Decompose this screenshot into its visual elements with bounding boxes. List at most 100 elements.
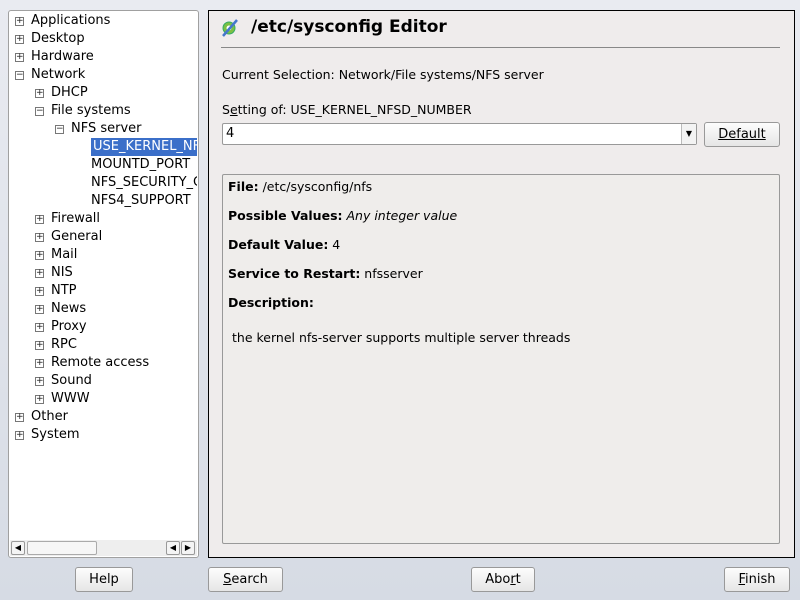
finish-button[interactable]: Finish — [724, 567, 790, 592]
label-part: S — [222, 102, 230, 117]
tree-item-label: System — [31, 427, 80, 442]
abort-button[interactable]: Abort — [471, 567, 535, 592]
scroll-right-icon[interactable]: ▶ — [181, 541, 195, 555]
label-mnemonic: e — [229, 102, 238, 117]
label: inish — [745, 572, 776, 587]
possible-values-value: Any integer value — [342, 208, 458, 223]
tree-item[interactable]: + Mail — [35, 246, 77, 264]
expand-plus-icon[interactable]: + — [35, 377, 44, 386]
label: earch — [231, 572, 268, 587]
tree-item-label: Desktop — [31, 31, 85, 46]
tree-item-label: Firewall — [51, 211, 101, 226]
service-label: Service to Restart: — [228, 266, 361, 281]
scroll-left-icon[interactable]: ◀ — [11, 541, 25, 555]
default-button[interactable]: Default — [704, 122, 780, 147]
scrollbar-thumb[interactable] — [27, 541, 97, 555]
divider — [221, 47, 780, 48]
label: Abo — [485, 572, 511, 587]
tree-item[interactable]: + RPC — [35, 336, 77, 354]
tree-item[interactable]: + Applications — [15, 12, 110, 30]
chevron-down-icon[interactable]: ▼ — [681, 124, 696, 144]
tree-item-label: NIS — [51, 265, 73, 280]
tree-item[interactable]: + DHCP — [35, 84, 88, 102]
expand-plus-icon[interactable]: + — [35, 305, 44, 314]
tree-item[interactable]: − NFS server — [55, 120, 142, 138]
file-label: File: — [228, 179, 259, 194]
tree-item-label: Applications — [31, 13, 111, 28]
tree-item-label: Network — [31, 67, 86, 82]
tree-item[interactable]: + General — [35, 228, 102, 246]
tree-item[interactable]: + Desktop — [15, 30, 85, 48]
tree-item[interactable]: + News — [35, 300, 86, 318]
expand-plus-icon[interactable]: + — [15, 17, 24, 26]
tree-item-label: NFS_SECURITY_GSS — [91, 175, 197, 190]
tree-item-label: NFS server — [71, 121, 142, 136]
expand-plus-icon[interactable]: + — [15, 413, 24, 422]
horizontal-scrollbar[interactable]: ◀ ◀ ▶ — [10, 540, 197, 556]
tree-item[interactable]: USE_KERNEL_NFSD_NUMBER — [91, 138, 197, 156]
expand-plus-icon[interactable]: + — [35, 287, 44, 296]
expand-plus-icon[interactable]: + — [35, 233, 44, 242]
editor-panel: /etc/sysconfig Editor Current Selection:… — [208, 10, 795, 558]
setting-value-combobox[interactable]: 4 ▼ — [222, 123, 697, 145]
help-button[interactable]: Help — [75, 567, 133, 592]
tree-item-label: WWW — [51, 391, 90, 406]
description-text: the kernel nfs-server supports multiple … — [232, 330, 571, 345]
tree-item[interactable]: − File systems — [35, 102, 131, 120]
expand-plus-icon[interactable]: + — [35, 251, 44, 260]
scroll-left-button-2[interactable]: ◀ — [166, 541, 180, 555]
search-button[interactable]: Search — [208, 567, 283, 592]
tree-item-label: Mail — [51, 247, 78, 262]
tree-item[interactable]: + Remote access — [35, 354, 149, 372]
tree-item[interactable]: + System — [15, 426, 79, 444]
tree-item[interactable]: + NIS — [35, 264, 73, 282]
tree-item-label: MOUNTD_PORT — [91, 157, 191, 172]
default-label: Default — [718, 127, 766, 142]
tree-item-label: Other — [31, 409, 68, 424]
sysconfig-wrench-icon — [222, 19, 238, 37]
tree-item-label: RPC — [51, 337, 77, 352]
tree-item[interactable]: + Sound — [35, 372, 92, 390]
tree-item[interactable]: + Proxy — [35, 318, 87, 336]
tree-item[interactable]: − Network — [15, 66, 85, 84]
collapse-minus-icon[interactable]: − — [35, 107, 44, 116]
expand-plus-icon[interactable]: + — [35, 323, 44, 332]
tree-item[interactable]: + WWW — [35, 390, 90, 408]
tree-item[interactable]: + Firewall — [35, 210, 100, 228]
tree-item-label: Remote access — [51, 355, 150, 370]
tree-item-label: DHCP — [51, 85, 88, 100]
tree-item[interactable]: NFS_SECURITY_GSS — [91, 174, 197, 192]
sysconfig-tree[interactable]: ◀ ◀ ▶ + Applications + Desktop + Hardware − Net… — [8, 10, 199, 558]
service-value: nfsserver — [360, 266, 423, 281]
expand-plus-icon[interactable]: + — [15, 53, 24, 62]
tree-item-label: News — [51, 301, 87, 316]
collapse-minus-icon[interactable]: − — [15, 71, 24, 80]
expand-plus-icon[interactable]: + — [35, 89, 44, 98]
tree-item-label: USE_KERNEL_NFSD_NUMBER — [91, 138, 197, 156]
tree-item-label: General — [51, 229, 103, 244]
expand-plus-icon[interactable]: + — [35, 359, 44, 368]
description-label: Description: — [228, 295, 314, 310]
tree-item-label: File systems — [51, 103, 131, 118]
tree-item-label: Sound — [51, 373, 92, 388]
possible-values-label: Possible Values: — [228, 208, 343, 223]
collapse-minus-icon[interactable]: − — [55, 125, 64, 134]
tree-item[interactable]: MOUNTD_PORT — [91, 156, 197, 174]
tree-item-label: Hardware — [31, 49, 94, 64]
tree-item[interactable]: + NTP — [35, 282, 77, 300]
tree-item[interactable]: + Other — [15, 408, 68, 426]
tree-item-label: NTP — [51, 283, 77, 298]
expand-plus-icon[interactable]: + — [35, 269, 44, 278]
tree-item[interactable]: NFS4_SUPPORT — [91, 192, 197, 210]
tree-item-label: Proxy — [51, 319, 87, 334]
expand-plus-icon[interactable]: + — [35, 215, 44, 224]
tree-item[interactable]: + Hardware — [15, 48, 94, 66]
setting-info-box: File: /etc/sysconfig/nfs Possible Values… — [222, 174, 780, 544]
label: t — [515, 572, 521, 587]
expand-plus-icon[interactable]: + — [15, 431, 24, 440]
tree-item-label: NFS4_SUPPORT — [91, 193, 191, 208]
expand-plus-icon[interactable]: + — [15, 35, 24, 44]
expand-plus-icon[interactable]: + — [35, 395, 44, 404]
expand-plus-icon[interactable]: + — [35, 341, 44, 350]
setting-value: 4 — [226, 126, 235, 141]
